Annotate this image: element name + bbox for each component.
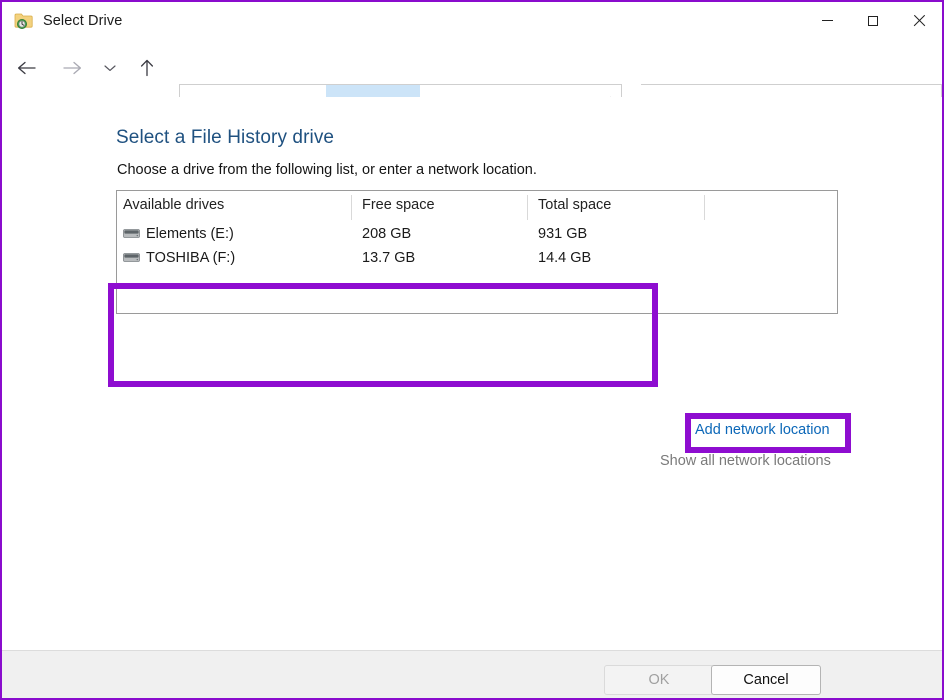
title-bar: Select Drive [2, 2, 942, 39]
drive-total-space: 14.4 GB [538, 248, 591, 268]
table-header-row: Available drives Free space Total space [117, 197, 837, 219]
recent-locations-button[interactable] [97, 49, 123, 87]
table-row[interactable]: Elements (E:) 208 GB 931 GB [117, 224, 837, 248]
file-history-folder-icon [14, 12, 34, 30]
forward-button[interactable] [53, 49, 91, 87]
chevron-down-icon [103, 63, 117, 73]
back-arrow-icon [16, 59, 38, 77]
add-network-location-link[interactable]: Add network location [695, 422, 830, 438]
column-header-total-space[interactable]: Total space [538, 197, 611, 213]
up-button[interactable] [129, 49, 165, 87]
drive-free-space: 13.7 GB [362, 248, 415, 268]
drive-name[interactable]: Elements (E:) [146, 224, 234, 244]
column-header-free-space[interactable]: Free space [362, 197, 435, 213]
back-button[interactable] [8, 49, 46, 87]
up-arrow-icon [138, 58, 156, 78]
column-header-available-drives[interactable]: Available drives [123, 197, 224, 213]
close-button[interactable] [896, 2, 942, 39]
window-controls [804, 2, 942, 39]
table-row[interactable]: TOSHIBA (F:) 13.7 GB 14.4 GB [117, 248, 837, 272]
window-title: Select Drive [43, 13, 122, 29]
minimize-button[interactable] [804, 2, 850, 39]
drive-free-space: 208 GB [362, 224, 411, 244]
navigation-bar: « File History › Select Drive [2, 39, 942, 97]
page-subtitle: Choose a drive from the following list, … [117, 162, 537, 178]
drive-total-space: 931 GB [538, 224, 587, 244]
page-title: Select a File History drive [116, 127, 334, 149]
drive-name[interactable]: TOSHIBA (F:) [146, 248, 235, 268]
ok-button[interactable]: OK [604, 665, 714, 695]
maximize-button[interactable] [850, 2, 896, 39]
cancel-button[interactable]: Cancel [711, 665, 821, 695]
show-all-network-locations-link[interactable]: Show all network locations [660, 453, 831, 469]
dialog-footer: OK Cancel [2, 650, 942, 699]
external-drive-icon [123, 252, 140, 263]
external-drive-icon [123, 228, 140, 239]
close-icon [913, 15, 925, 27]
content-area: Select a File History drive Choose a dri… [2, 97, 942, 650]
available-drives-table[interactable]: Available drives Free space Total space … [116, 190, 838, 314]
minimize-icon [822, 20, 833, 21]
maximize-icon [868, 16, 878, 26]
forward-arrow-icon [61, 59, 83, 77]
select-drive-window: Select Drive [0, 0, 944, 700]
